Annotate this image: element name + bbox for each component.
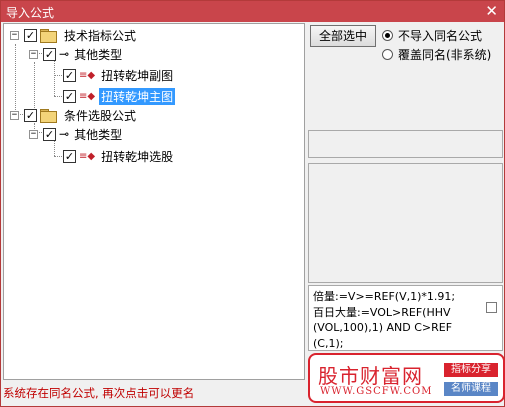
title-bar: 导入公式 ✕: [1, 1, 504, 22]
node-checkbox[interactable]: ✓: [43, 127, 56, 141]
collapse-icon[interactable]: −: [29, 49, 38, 59]
tree-node-label: 技术指标公式: [64, 28, 137, 43]
tree-node-label: 其他类型: [74, 127, 123, 142]
watermark-url: WWW.GSCFW.COM: [320, 386, 433, 397]
collapse-icon[interactable]: −: [10, 110, 19, 120]
select-all-button[interactable]: 全部选中: [310, 25, 376, 47]
preview-checkbox[interactable]: [486, 302, 497, 313]
radio-dot-icon: [382, 49, 393, 60]
window-title: 导入公式: [6, 6, 55, 20]
name-box: [308, 130, 503, 158]
node-checkbox[interactable]: ✓: [63, 89, 76, 103]
tree-node-label: 条件选股公式: [64, 108, 137, 123]
key-icon: ⊸: [59, 47, 69, 61]
preview-line: (VOL,100),1) AND C>REF: [313, 321, 453, 334]
status-message: 系统存在同名公式, 再次点击可以更名: [3, 386, 195, 400]
node-checkbox[interactable]: ✓: [24, 28, 37, 42]
tree-node-screening-formulas[interactable]: − ✓ 条件选股公式: [10, 106, 138, 124]
tree-node-formula[interactable]: ✓ ≡◆ 扭转乾坤主图: [63, 87, 176, 105]
tree-node-formula[interactable]: ✓ ≡◆ 扭转乾坤副图: [63, 66, 175, 84]
formula-pen-icon: ≡◆: [79, 90, 96, 102]
node-checkbox[interactable]: ✓: [24, 108, 37, 122]
radio-no-import[interactable]: 不导入同名公式: [382, 27, 482, 44]
tree-node-other-types[interactable]: − ✓ ⊸ 其他类型: [29, 125, 124, 143]
watermark-logo: 股市财富网 WWW.GSCFW.COM 指标分享 名师课程: [308, 353, 505, 403]
tree-node-other-types[interactable]: − ✓ ⊸ 其他类型: [29, 45, 124, 63]
formula-tree[interactable]: − ✓ 技术指标公式 − ✓ ⊸ 其他类型 ✓ ≡◆ 扭转乾坤副图 ✓ ≡◆ 扭…: [3, 23, 305, 380]
preview-line: (C,1);: [313, 336, 344, 350]
formula-preview: 倍量:=V>=REF(V,1)*1.91; 百日大量:=VOL>REF(HHV …: [308, 285, 503, 351]
radio-label: 不导入同名公式: [398, 29, 483, 43]
tree-connector: [15, 44, 16, 114]
watermark-tag-share: 指标分享: [444, 363, 498, 377]
node-checkbox[interactable]: ✓: [63, 149, 76, 163]
collapse-icon[interactable]: −: [10, 30, 19, 40]
preview-line: 倍量:=V>=REF(V,1)*1.91;: [313, 290, 456, 303]
radio-dot-icon: [382, 30, 393, 41]
import-formula-dialog: 导入公式 ✕ − ✓ 技术指标公式 − ✓ ⊸ 其他类型 ✓ ≡◆ 扭转乾坤副图…: [0, 0, 505, 407]
collapse-icon[interactable]: −: [29, 129, 38, 139]
folder-icon: [40, 109, 57, 123]
formula-pen-icon: ≡◆: [79, 150, 96, 162]
node-checkbox[interactable]: ✓: [63, 68, 76, 82]
tree-node-label: 扭转乾坤选股: [101, 149, 174, 164]
key-icon: ⊸: [59, 127, 69, 141]
radio-label: 覆盖同名(非系统): [398, 48, 492, 62]
folder-icon: [40, 29, 57, 43]
formula-pen-icon: ≡◆: [79, 69, 96, 81]
tree-node-tech-indicators[interactable]: − ✓ 技术指标公式: [10, 26, 138, 44]
close-icon[interactable]: ✕: [485, 2, 498, 20]
node-checkbox[interactable]: ✓: [43, 47, 56, 61]
description-box: [308, 163, 503, 283]
tree-node-label: 其他类型: [74, 47, 123, 62]
tree-node-label-selected: 扭转乾坤主图: [99, 87, 176, 105]
tree-node-formula[interactable]: ✓ ≡◆ 扭转乾坤选股: [63, 147, 175, 165]
watermark-tag-course: 名师课程: [444, 382, 498, 396]
tree-node-label: 扭转乾坤副图: [101, 68, 174, 83]
radio-overwrite[interactable]: 覆盖同名(非系统): [382, 46, 491, 63]
preview-line: 百日大量:=VOL>REF(HHV: [313, 305, 451, 319]
watermark-brand: 股市财富网: [318, 364, 423, 388]
tree-connector: [54, 61, 55, 96]
